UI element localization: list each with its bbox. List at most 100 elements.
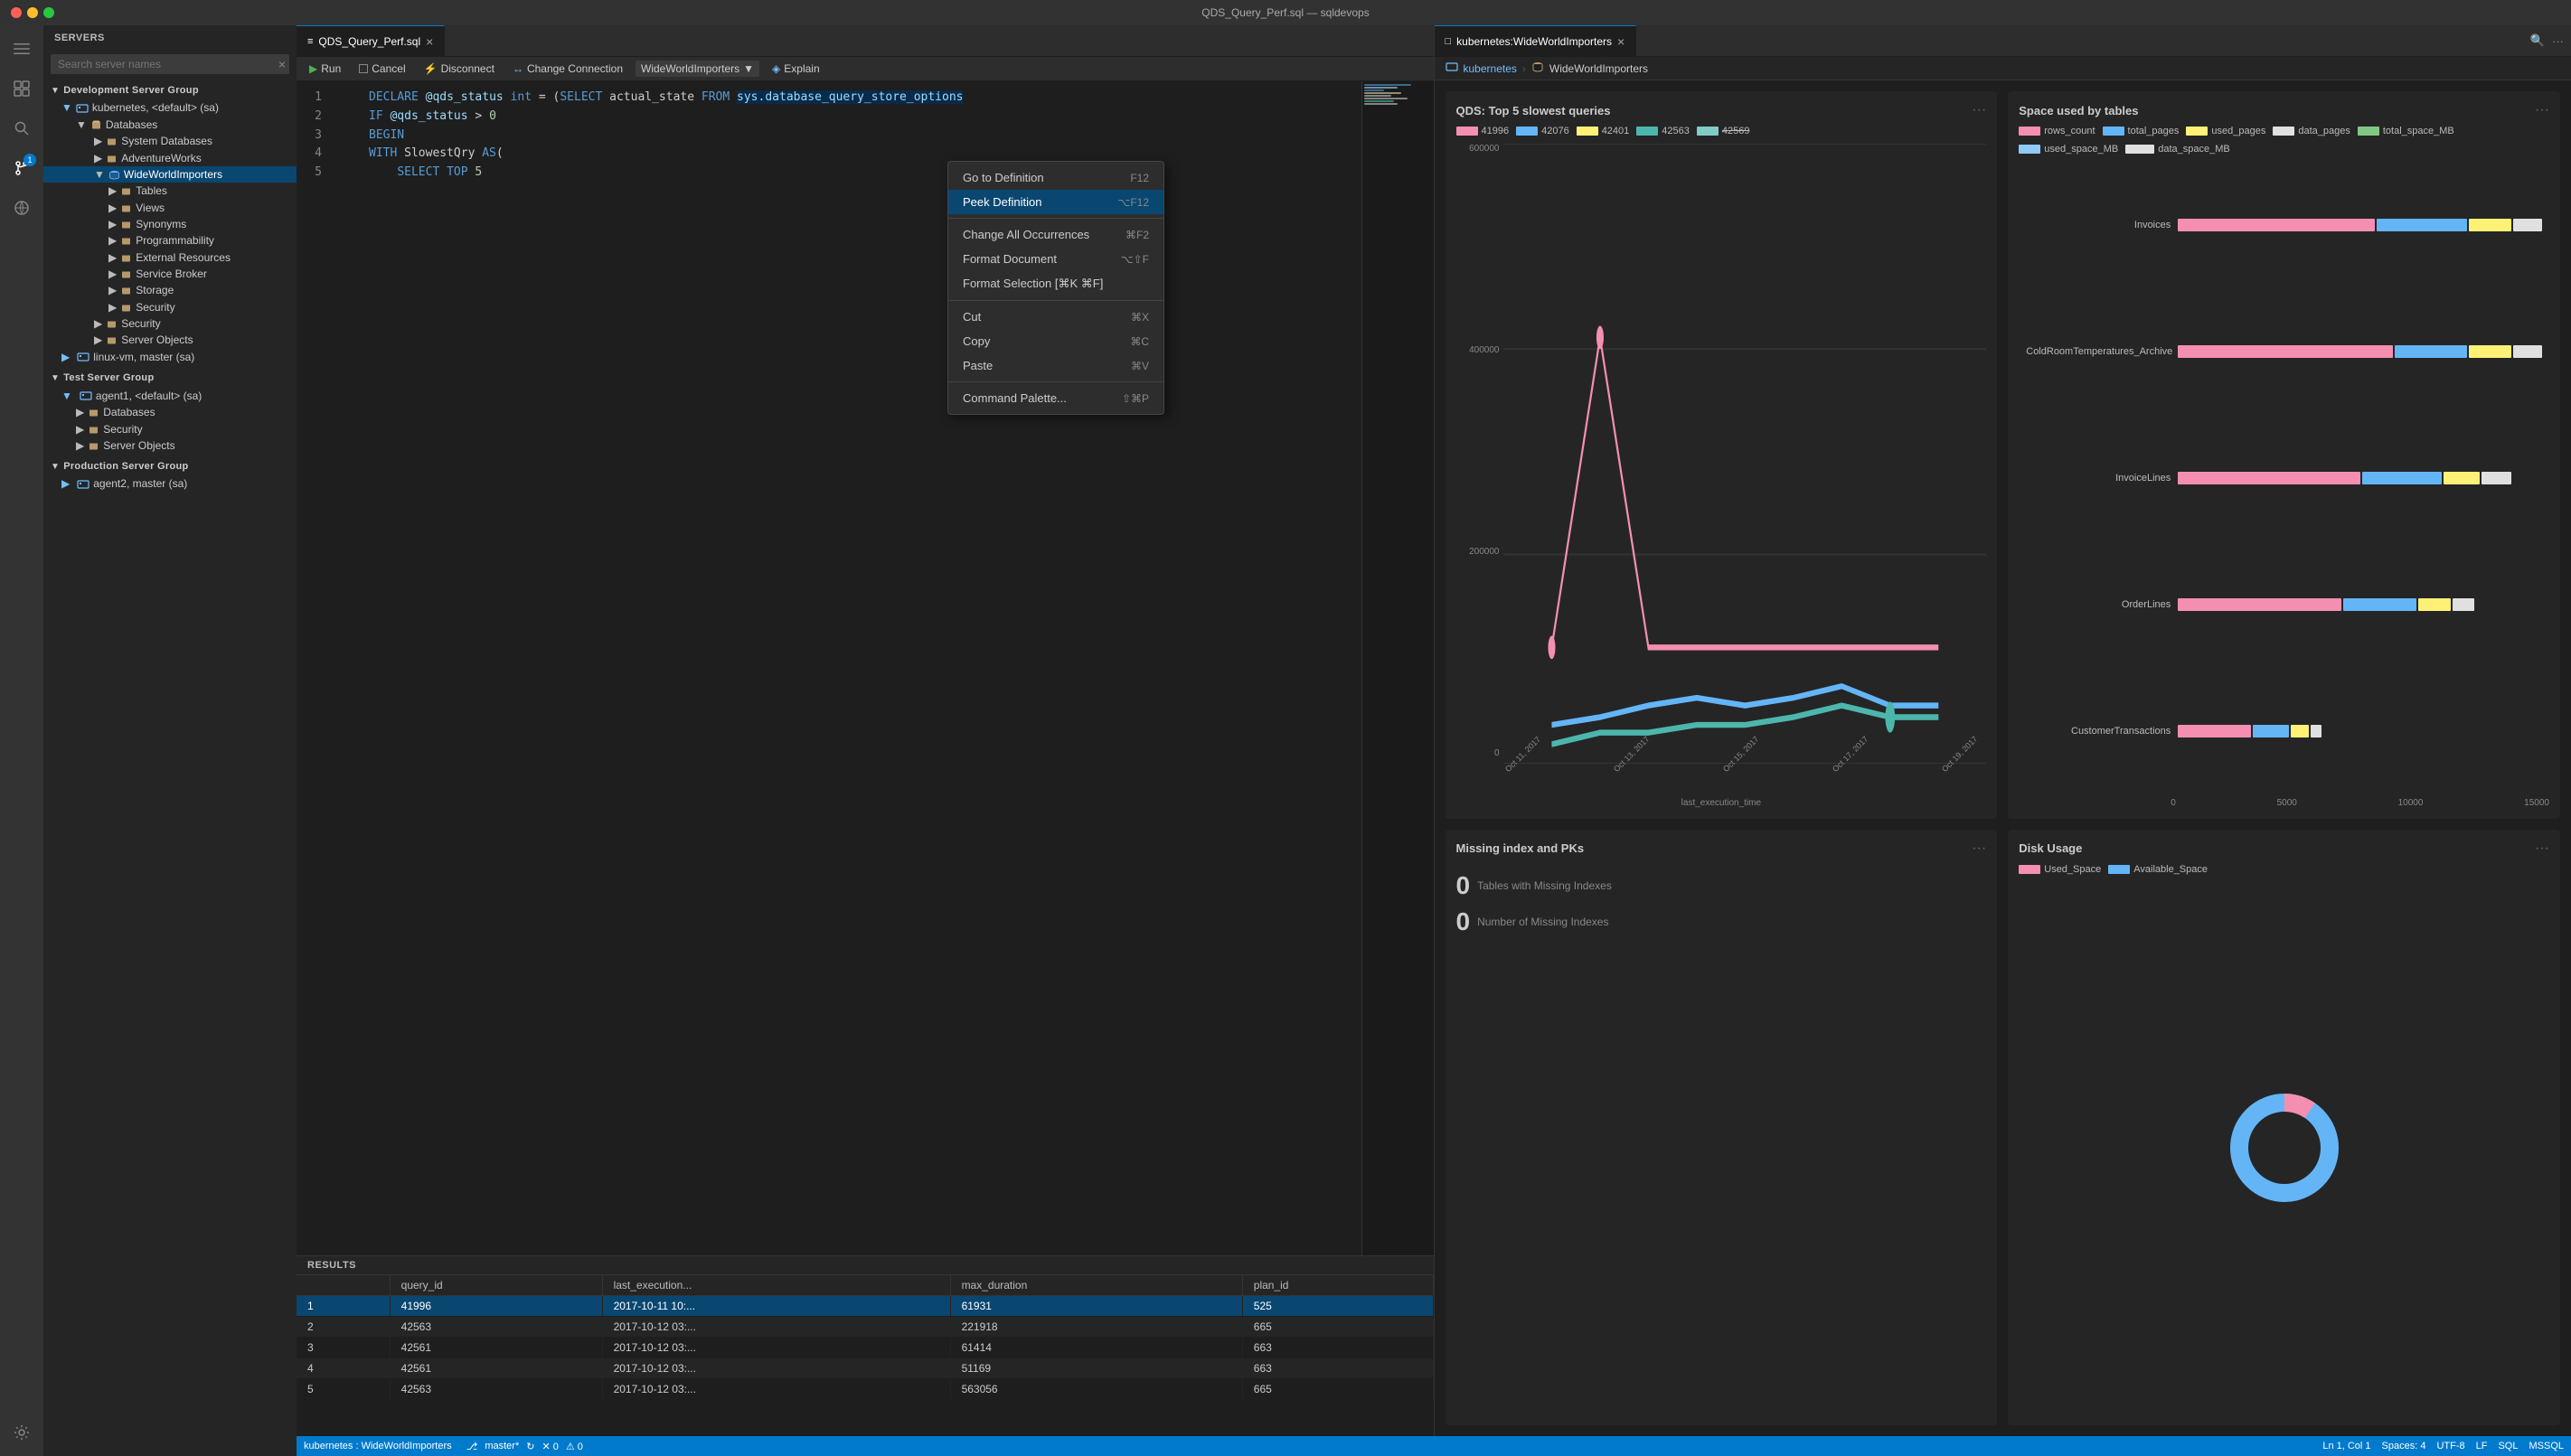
- ctx-format-selection-label: Format Selection [⌘K ⌘F]: [963, 277, 1103, 291]
- linux-vm-server[interactable]: ▶ linux-vm, master (sa): [43, 348, 297, 365]
- ctx-change-occurrences[interactable]: Change All Occurrences ⌘F2: [948, 222, 1163, 247]
- server-objects-folder[interactable]: ▶ Server Objects: [43, 332, 297, 348]
- ln-col: Ln 1, Col 1: [2322, 1441, 2370, 1451]
- tab-close-icon[interactable]: ×: [426, 34, 433, 49]
- ctx-format-selection[interactable]: Format Selection [⌘K ⌘F]: [948, 271, 1163, 296]
- breadcrumb-db[interactable]: WideWorldImporters: [1549, 62, 1648, 75]
- code-editor[interactable]: DECLARE @qds_status int = (SELECT actual…: [369, 81, 1434, 1255]
- ctx-copy[interactable]: Copy ⌘C: [948, 329, 1163, 353]
- space-chart-menu-icon[interactable]: ···: [2535, 102, 2549, 118]
- test-group-header[interactable]: ▼ Test Server Group: [43, 369, 297, 387]
- prod-group-header[interactable]: ▼ Production Server Group: [43, 457, 297, 475]
- sync-icon[interactable]: ↻: [526, 1441, 534, 1452]
- ctx-peek-definition[interactable]: Peek Definition ⌥F12: [948, 190, 1163, 214]
- synonyms-folder[interactable]: ▶ Synonyms: [43, 216, 297, 232]
- breadcrumb-server[interactable]: kubernetes: [1464, 62, 1517, 75]
- more-icon[interactable]: ···: [2552, 34, 2564, 48]
- legend-item-42569: 42569: [1697, 126, 1750, 136]
- chevron-right-icon: ▶: [108, 268, 117, 280]
- views-folder[interactable]: ▶ Views: [43, 199, 297, 215]
- window-title: QDS_Query_Perf.sql — sqldevops: [1201, 6, 1369, 19]
- wideworldimporters-db[interactable]: ▼ WideWorldImporters: [43, 166, 297, 183]
- disk-chart-area: [2019, 882, 2549, 1414]
- explorer-icon[interactable]: [5, 72, 38, 105]
- agent2-server[interactable]: ▶ agent2, master (sa): [43, 475, 297, 493]
- close-button[interactable]: [11, 7, 22, 18]
- database-dropdown[interactable]: WideWorldImporters ▼: [636, 61, 759, 77]
- wideworldimporters-label: WideWorldImporters: [124, 168, 222, 181]
- ctx-go-to-definition[interactable]: Go to Definition F12: [948, 165, 1163, 190]
- maximize-button[interactable]: [43, 7, 54, 18]
- missing-index-menu-icon[interactable]: ···: [1972, 841, 1986, 857]
- databases-folder[interactable]: ▼ Databases: [43, 117, 297, 133]
- agent1-security-folder[interactable]: ▶ Security: [43, 420, 297, 437]
- disconnect-icon: ⚡: [424, 62, 438, 75]
- run-button[interactable]: ▶ Run: [304, 61, 346, 77]
- search-input[interactable]: [51, 54, 289, 74]
- git-icon[interactable]: 1: [5, 152, 38, 184]
- tab-dashboard-label: kubernetes:WideWorldImporters: [1456, 35, 1612, 48]
- tab-qds-label: QDS_Query_Perf.sql: [318, 35, 420, 48]
- ctx-command-palette[interactable]: Command Palette... ⇧⌘P: [948, 386, 1163, 410]
- bar-row-coldroom: ColdRoomTemperatures_Archive: [2026, 345, 2542, 358]
- ctx-copy-label: Copy: [963, 334, 990, 348]
- change-connection-button[interactable]: ↔ Change Connection: [507, 61, 628, 77]
- col-plan-id[interactable]: plan_id: [1242, 1275, 1433, 1296]
- tab-close-dashboard-icon[interactable]: ×: [1617, 34, 1625, 49]
- menu-icon[interactable]: [5, 33, 38, 65]
- explain-button[interactable]: ◈ Explain: [767, 61, 825, 77]
- disconnect-button[interactable]: ⚡ Disconnect: [419, 61, 500, 77]
- table-row[interactable]: 1 41996 2017-10-11 10:... 61931 525: [297, 1296, 1433, 1317]
- tables-folder[interactable]: ▶ Tables: [43, 183, 297, 199]
- agent1-server[interactable]: ▼ agent1, <default> (sa): [43, 387, 297, 404]
- tab-dashboard[interactable]: □ kubernetes:WideWorldImporters ×: [1435, 25, 1637, 57]
- legend-item-42076: 42076: [1516, 126, 1569, 136]
- minimize-button[interactable]: [27, 7, 38, 18]
- table-row[interactable]: 3 42561 2017-10-12 03:... 61414 663: [297, 1338, 1433, 1358]
- errors-badge: ✕ 0: [542, 1441, 558, 1452]
- col-max-dur[interactable]: max_duration: [950, 1275, 1242, 1296]
- window-controls[interactable]: [11, 7, 54, 18]
- explain-icon: ◈: [772, 62, 780, 75]
- agent1-server-objects-folder[interactable]: ▶ Server Objects: [43, 437, 297, 454]
- ctx-divider-1: [948, 218, 1163, 219]
- col-query-id[interactable]: query_id: [390, 1275, 602, 1296]
- security-folder[interactable]: ▶ Security: [43, 315, 297, 332]
- ctx-format-document[interactable]: Format Document ⌥⇧F: [948, 247, 1163, 271]
- server-icon: ▼: [61, 101, 72, 114]
- server-search-box[interactable]: ×: [51, 54, 289, 74]
- adventureworks-folder[interactable]: ▶ AdventureWorks: [43, 149, 297, 165]
- minimap: [1361, 81, 1434, 1255]
- settings-icon[interactable]: [5, 1416, 38, 1449]
- connections-icon[interactable]: [5, 192, 38, 224]
- branch-name[interactable]: master*: [485, 1441, 519, 1451]
- server-objects-label: Server Objects: [121, 333, 193, 346]
- external-resources-folder[interactable]: ▶ External Resources: [43, 249, 297, 265]
- table-row[interactable]: 2 42563 2017-10-12 03:... 221918 665: [297, 1317, 1433, 1338]
- service-broker-folder[interactable]: ▶ Service Broker: [43, 266, 297, 282]
- dev-group-header[interactable]: ▼ Development Server Group: [43, 81, 297, 99]
- cancel-button[interactable]: Cancel: [353, 61, 410, 77]
- tab-qds-query[interactable]: ≡ QDS_Query_Perf.sql ×: [297, 25, 445, 57]
- search-activity-icon[interactable]: [5, 112, 38, 145]
- table-row[interactable]: 5 42563 2017-10-12 03:... 563056 665: [297, 1379, 1433, 1400]
- col-last-exec[interactable]: last_execution...: [602, 1275, 950, 1296]
- security-db-folder[interactable]: ▶ Security: [43, 298, 297, 315]
- search-icon[interactable]: 🔍: [2530, 33, 2545, 48]
- branch-icon: ⎇: [466, 1441, 478, 1452]
- linux-vm-label: linux-vm, master (sa): [93, 351, 194, 363]
- programmability-folder[interactable]: ▶ Programmability: [43, 232, 297, 249]
- agent1-databases-folder[interactable]: ▶ Databases: [43, 404, 297, 420]
- disk-usage-menu-icon[interactable]: ···: [2535, 841, 2549, 857]
- results-table[interactable]: query_id last_execution... max_duration …: [297, 1275, 1434, 1436]
- search-clear-icon[interactable]: ×: [278, 57, 286, 71]
- storage-folder[interactable]: ▶ Storage: [43, 282, 297, 298]
- ctx-paste-label: Paste: [963, 359, 993, 372]
- ctx-paste[interactable]: Paste ⌘V: [948, 353, 1163, 378]
- system-databases-folder[interactable]: ▶ System Databases: [43, 133, 297, 149]
- table-row[interactable]: 4 42561 2017-10-12 03:... 51169 663: [297, 1358, 1433, 1379]
- sidebar-header: SERVERS: [43, 25, 297, 51]
- qds-chart-menu-icon[interactable]: ···: [1972, 102, 1986, 118]
- kubernetes-server[interactable]: ▼ kubernetes, <default> (sa): [43, 99, 297, 117]
- ctx-cut[interactable]: Cut ⌘X: [948, 305, 1163, 329]
